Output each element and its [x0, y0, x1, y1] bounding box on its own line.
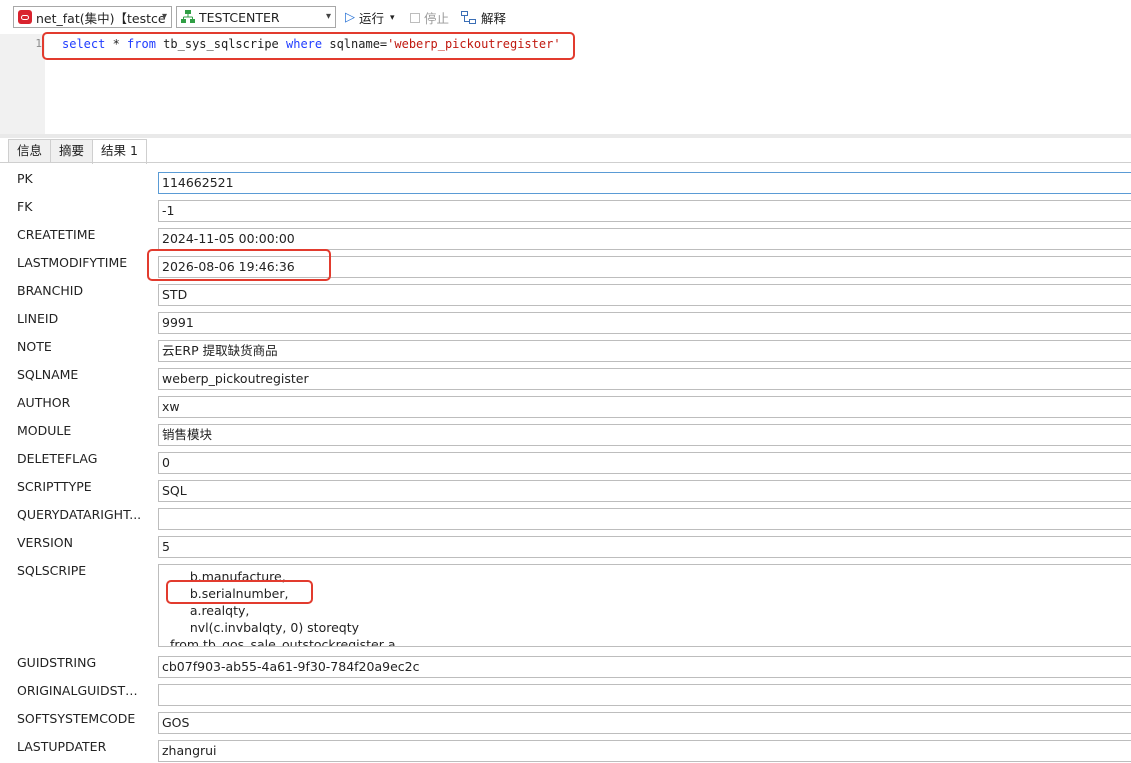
field-label: CREATETIME — [17, 227, 96, 242]
run-button-label: 运行 — [359, 11, 385, 26]
field-value-version[interactable]: 5 — [158, 536, 1131, 558]
field-row-note: NOTE 云ERP 提取缺货商品 — [0, 335, 1131, 363]
field-row-createtime: CREATETIME 2024-11-05 00:00:00 — [0, 223, 1131, 251]
toolbar: net_fat(集中)【testce ▾ TESTCENTER ▾ ▷ 运行 ▾… — [0, 0, 1131, 34]
field-row-module: MODULE 销售模块 — [0, 419, 1131, 447]
field-row-version: VERSION 5 — [0, 531, 1131, 559]
field-value-module[interactable]: 销售模块 — [158, 424, 1131, 446]
sql-keyword: where — [286, 37, 323, 51]
sql-text: tb_sys_sqlscripe — [155, 37, 286, 51]
result-tabs: 信息 摘要 结果 1 — [8, 139, 147, 164]
field-row-sqlname: SQLNAME weberp_pickoutregister — [0, 363, 1131, 391]
field-label: QUERYDATARIGHT... — [17, 507, 142, 522]
field-value-originalguidstring[interactable] — [158, 684, 1131, 706]
field-value-sqlname[interactable]: weberp_pickoutregister — [158, 368, 1131, 390]
field-label: SOFTSYSTEMCODE — [17, 711, 136, 726]
stop-button-label: 停止 — [424, 11, 450, 26]
field-label: VERSION — [17, 535, 73, 550]
tab-divider — [0, 162, 1131, 163]
field-row-originalguidstring: ORIGINALGUIDSTR... — [0, 679, 1131, 707]
field-label: LINEID — [17, 311, 59, 326]
sql-keyword: from — [127, 37, 156, 51]
line-number: 1 — [35, 37, 42, 50]
field-label: DELETEFLAG — [17, 451, 98, 466]
field-row-querydataright: QUERYDATARIGHT... — [0, 503, 1131, 531]
field-label: ORIGINALGUIDSTR... — [17, 683, 142, 698]
sql-keyword: select — [62, 37, 106, 51]
database-select[interactable]: TESTCENTER ▾ — [176, 6, 336, 28]
field-value-fk[interactable]: -1 — [158, 200, 1131, 222]
field-label: SQLSCRIPE — [17, 563, 87, 578]
sql-string-literal: 'weberp_pickoutregister' — [387, 37, 561, 51]
field-label: NOTE — [17, 339, 52, 354]
connection-select[interactable]: net_fat(集中)【testce ▾ — [13, 6, 172, 28]
field-row-author: AUTHOR xw — [0, 391, 1131, 419]
run-dropdown-arrow-icon[interactable]: ▾ — [390, 13, 395, 23]
stop-icon — [410, 12, 420, 23]
sql-script-line: from tb_gos_sale_outstockregister a — [162, 637, 396, 647]
field-row-branchid: BRANCHID STD — [0, 279, 1131, 307]
field-row-pk: PK 114662521 — [0, 167, 1131, 195]
field-value-pk[interactable]: 114662521 — [158, 172, 1131, 194]
line-number-gutter: 1 — [0, 34, 45, 134]
field-row-lastmodifytime: LASTMODIFYTIME 2026-08-06 19:46:36 — [0, 251, 1131, 279]
field-value-querydataright[interactable] — [158, 508, 1131, 530]
field-value-softsystemcode[interactable]: GOS — [158, 712, 1131, 734]
field-value-sqlscripe[interactable]: b.manufacture, b.serialnumber, a.realqty… — [158, 564, 1131, 647]
field-row-guidstring: GUIDSTRING cb07f903-ab55-4a61-9f30-784f2… — [0, 651, 1131, 679]
field-label: FK — [17, 199, 33, 214]
field-row-scripttype: SCRIPTTYPE SQL — [0, 475, 1131, 503]
field-value-createtime[interactable]: 2024-11-05 00:00:00 — [158, 228, 1131, 250]
field-value-note[interactable]: 云ERP 提取缺货商品 — [158, 340, 1131, 362]
field-value-branchid[interactable]: STD — [158, 284, 1131, 306]
field-label: MODULE — [17, 423, 72, 438]
field-value-author[interactable]: xw — [158, 396, 1131, 418]
database-tree-icon — [181, 10, 195, 23]
field-row-deleteflag: DELETEFLAG 0 — [0, 447, 1131, 475]
field-row-lineid: LINEID 9991 — [0, 307, 1131, 335]
database-select-value: TESTCENTER — [199, 9, 280, 25]
sql-script-line: a.realqty, — [162, 603, 250, 618]
stop-button[interactable]: 停止 — [410, 8, 449, 27]
field-value-lastupdater[interactable]: zhangrui — [158, 740, 1131, 762]
field-value-lineid[interactable]: 9991 — [158, 312, 1131, 334]
field-value-lastmodifytime[interactable]: 2026-08-06 19:46:36 — [158, 256, 1131, 278]
field-label: SQLNAME — [17, 367, 79, 382]
field-row-fk: FK -1 — [0, 195, 1131, 223]
field-value-deleteflag[interactable]: 0 — [158, 452, 1131, 474]
tab-info[interactable]: 信息 — [8, 139, 52, 162]
splitter[interactable] — [0, 134, 1131, 138]
play-icon: ▷ — [345, 10, 355, 25]
field-label: PK — [17, 171, 33, 186]
field-label: GUIDSTRING — [17, 655, 97, 670]
field-label: LASTMODIFYTIME — [17, 255, 128, 270]
chevron-down-icon: ▾ — [161, 11, 167, 22]
field-label: LASTUPDATER — [17, 739, 107, 754]
explain-button[interactable]: 解释 — [461, 8, 506, 27]
sql-script-line: nvl(c.invbalqty, 0) storeqty — [162, 620, 360, 635]
field-row-lastupdater: LASTUPDATER zhangrui — [0, 735, 1131, 763]
sql-script-line: b.manufacture, — [162, 569, 286, 584]
field-label: BRANCHID — [17, 283, 84, 298]
explain-button-label: 解释 — [481, 11, 507, 26]
sql-script-line: b.serialnumber, — [162, 586, 289, 601]
tab-summary[interactable]: 摘要 — [50, 139, 94, 162]
oracle-connection-icon — [18, 10, 32, 24]
connection-select-value: net_fat(集中)【testce — [36, 10, 166, 26]
sql-text: * — [105, 37, 128, 51]
explain-plan-icon — [461, 10, 476, 24]
chevron-down-icon: ▾ — [325, 11, 331, 22]
field-value-guidstring[interactable]: cb07f903-ab55-4a61-9f30-784f20a9ec2c — [158, 656, 1131, 678]
field-label: SCRIPTTYPE — [17, 479, 92, 494]
field-row-sqlscripe: SQLSCRIPE b.manufacture, b.serialnumber,… — [0, 559, 1131, 649]
field-value-scripttype[interactable]: SQL — [158, 480, 1131, 502]
field-label: AUTHOR — [17, 395, 71, 410]
tab-result-1[interactable]: 结果 1 — [92, 139, 147, 164]
sql-editor[interactable]: 1 select * from tb_sys_sqlscripe where s… — [0, 32, 1131, 134]
run-button[interactable]: ▷ 运行 ▾ — [345, 8, 395, 27]
sql-code-line[interactable]: select * from tb_sys_sqlscripe where sql… — [62, 37, 561, 51]
field-row-softsystemcode: SOFTSYSTEMCODE GOS — [0, 707, 1131, 735]
sql-text: sqlname= — [322, 37, 388, 51]
